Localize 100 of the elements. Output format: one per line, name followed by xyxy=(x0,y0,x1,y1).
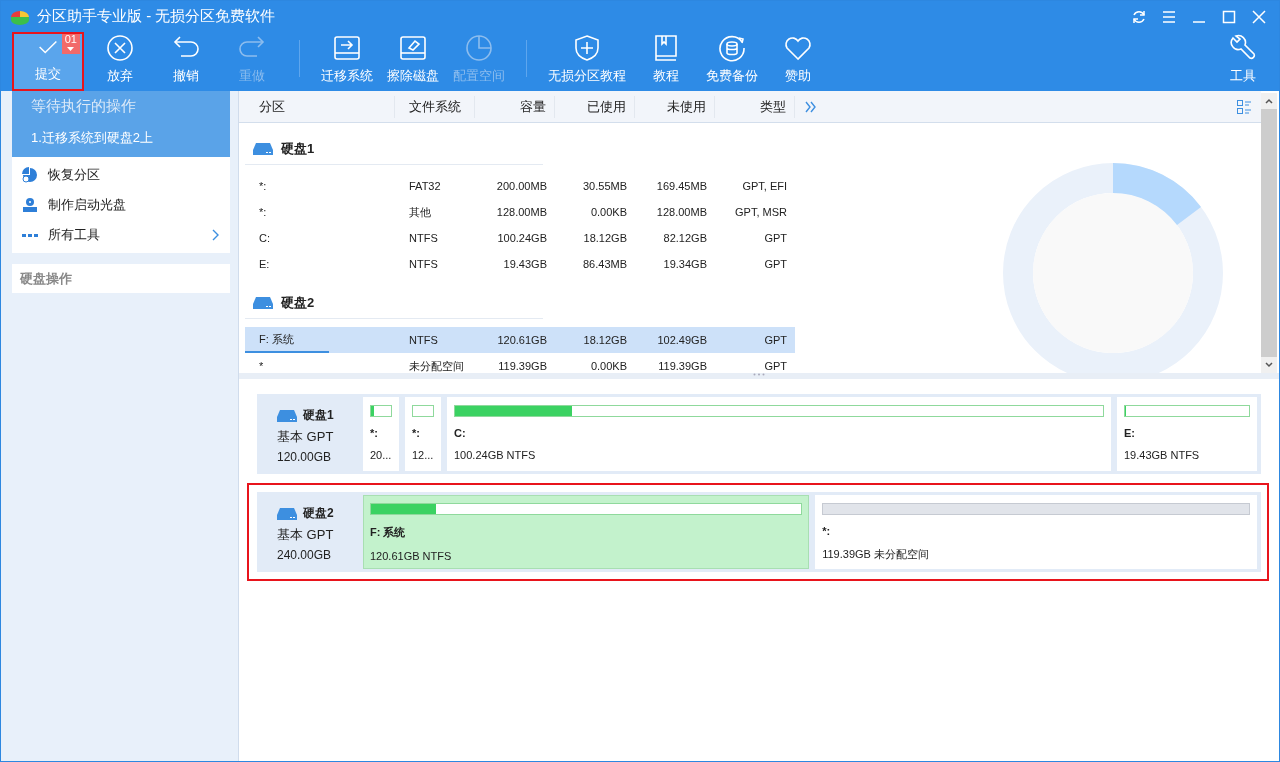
section-title: 硬盘操作 xyxy=(20,269,72,288)
partition-block[interactable]: *: 12... xyxy=(405,397,441,471)
toolbar-button[interactable]: 免费备份 xyxy=(702,32,762,91)
disk-icon xyxy=(277,507,297,520)
table-row[interactable]: F: 系统 NTFS 120.61GB 18.12GB 102.49GB GPT xyxy=(245,327,795,353)
cancel-icon xyxy=(105,34,135,62)
splitter-handle-icon[interactable] xyxy=(753,373,765,376)
partition-label: C: xyxy=(454,427,467,439)
caret-icon xyxy=(67,47,75,51)
toolbar-button[interactable]: 工具 xyxy=(1213,32,1273,91)
table-cell-text: FAT32 xyxy=(408,180,442,192)
partition-block[interactable]: *: 20... xyxy=(363,397,399,471)
disk-name: 硬盘2 xyxy=(303,505,334,522)
table-row[interactable]: * 未分配空间 119.39GB 0.00KB 119.39GB GPT xyxy=(245,353,795,379)
toolbar-button[interactable]: 放弃 xyxy=(90,32,150,91)
partition-detail: 12... xyxy=(412,449,434,461)
partition-block[interactable]: C: 100.24GB NTFS xyxy=(447,397,1111,471)
column-header[interactable]: 类型 xyxy=(715,95,795,118)
partition-label: *: xyxy=(412,427,421,439)
heart-icon xyxy=(783,34,813,62)
table-cell: F: 系统 xyxy=(245,327,329,353)
scrollbar[interactable] xyxy=(1261,93,1277,373)
column-header[interactable]: 未使用 xyxy=(635,95,715,118)
table-cell-text: *: xyxy=(258,179,268,194)
panel-title: 等待执行的操作 xyxy=(31,97,137,116)
scroll-down-icon[interactable] xyxy=(1265,362,1273,368)
scroll-up-icon[interactable] xyxy=(1265,98,1273,104)
table-cell-text: 128.00MB xyxy=(655,206,708,218)
disc-drive-icon xyxy=(22,197,38,213)
pie-icon xyxy=(22,167,38,183)
table-cell-text: 82.12GB xyxy=(662,232,708,244)
toolbar-button[interactable]: 迁移系统 xyxy=(317,32,377,91)
table-row[interactable]: C: NTFS 100.24GB 18.12GB 82.12GB GPT xyxy=(245,225,795,251)
column-header[interactable]: 分区 xyxy=(245,95,395,118)
table-cell-text: 30.55MB xyxy=(581,180,628,192)
table-cell-text: 19.34GB xyxy=(662,258,708,270)
partition-block[interactable]: E: 19.43GB NTFS xyxy=(1117,397,1257,471)
list-view-icon[interactable] xyxy=(1237,99,1251,114)
table-cell-text: *: xyxy=(258,205,268,220)
disk-card[interactable]: 硬盘2 基本 GPT 240.00GB F: 系统 120.61GB NTFS *: 119.39GB 未分配空间 xyxy=(257,492,1261,572)
disk-icon xyxy=(277,409,297,422)
double-chevron-icon[interactable] xyxy=(805,100,817,113)
table-row[interactable]: E: NTFS 19.43GB 86.43MB 19.34GB GPT xyxy=(245,251,795,277)
partition-block[interactable]: *: 119.39GB 未分配空间 xyxy=(815,495,1257,569)
toolbar-button[interactable]: 教程 xyxy=(636,32,696,91)
partition-detail: 120.61GB NTFS xyxy=(370,550,453,562)
toolbar-button[interactable]: 无损分区教程 xyxy=(544,32,630,91)
table-cell-text: 19.43GB xyxy=(502,258,548,270)
table-cell-text: NTFS xyxy=(408,258,439,270)
table-cell-text: 200.00MB xyxy=(495,180,548,192)
column-header[interactable]: 文件系统 xyxy=(395,95,475,118)
toolbar-button[interactable]: 撤销 xyxy=(156,32,216,91)
shield-icon xyxy=(572,34,602,62)
toolbar-button[interactable]: 赞助 xyxy=(768,32,828,91)
table-cell-text: E: xyxy=(258,257,271,272)
table-cell-text: GPT xyxy=(763,360,788,372)
table-row[interactable]: *: 其他 128.00MB 0.00KB 128.00MB GPT, MSR xyxy=(245,199,795,225)
toolbar-button[interactable]: 擦除磁盘 xyxy=(383,32,443,91)
partition-label: *: xyxy=(822,525,832,537)
partition-detail: 119.39GB 未分配空间 xyxy=(822,547,930,562)
maximize-icon[interactable] xyxy=(1221,8,1237,25)
table-cell-text: 18.12GB xyxy=(582,232,628,244)
disk-icon xyxy=(253,297,273,309)
app-logo-icon xyxy=(9,8,31,25)
disk-card[interactable]: 硬盘1 基本 GPT 120.00GB *: 20... *: 12... C: 100.24GB NTFS E: 19.43GB NTFS xyxy=(257,394,1261,474)
table-cell-text: GPT xyxy=(763,232,788,244)
item-label: 所有工具 xyxy=(48,226,100,244)
partition-label: *: xyxy=(370,427,379,439)
disk-name: 硬盘1 xyxy=(281,140,315,158)
more-icon xyxy=(22,232,38,238)
table-cell-text: * xyxy=(258,359,265,374)
partition-detail: 19.43GB NTFS xyxy=(1124,449,1201,461)
sidebar-item[interactable]: 制作启动光盘 xyxy=(12,190,230,220)
table-row[interactable]: *: FAT32 200.00MB 30.55MB 169.45MB GPT, EFI xyxy=(245,173,795,199)
column-header[interactable]: 容量 xyxy=(475,95,555,118)
pie-icon xyxy=(464,34,494,62)
menu-icon[interactable] xyxy=(1161,8,1177,25)
table-cell-text: 0.00KB xyxy=(589,360,628,372)
refresh-icon[interactable] xyxy=(1131,8,1147,25)
window-title: 分区助手专业版 - 无损分区免费软件 xyxy=(37,7,276,26)
table-cell-text: 120.61GB xyxy=(496,334,548,346)
disk-icon xyxy=(253,143,273,155)
badge-count: 01 xyxy=(64,34,77,45)
item-label: 恢复分区 xyxy=(48,166,100,184)
settings-icon xyxy=(1228,34,1258,62)
disk-name: 硬盘1 xyxy=(303,407,334,424)
close-icon[interactable] xyxy=(1251,8,1267,25)
sidebar-item[interactable]: 所有工具 xyxy=(12,220,230,250)
database-icon xyxy=(717,34,747,62)
partition-detail: 100.24GB NTFS xyxy=(454,449,537,461)
drive-eraser-icon xyxy=(398,34,428,62)
table-cell-text: 169.45MB xyxy=(655,180,708,192)
item-label: 制作启动光盘 xyxy=(48,196,126,214)
partition-block[interactable]: F: 系统 120.61GB NTFS xyxy=(363,495,810,569)
partition-detail: 20... xyxy=(370,449,392,461)
table-cell-text: 119.39GB xyxy=(657,360,708,372)
table-cell-text: GPT xyxy=(763,334,788,346)
table-cell-text: 0.00KB xyxy=(589,206,628,218)
sidebar-item[interactable]: 恢复分区 xyxy=(12,160,230,190)
column-header[interactable]: 已使用 xyxy=(555,95,635,118)
